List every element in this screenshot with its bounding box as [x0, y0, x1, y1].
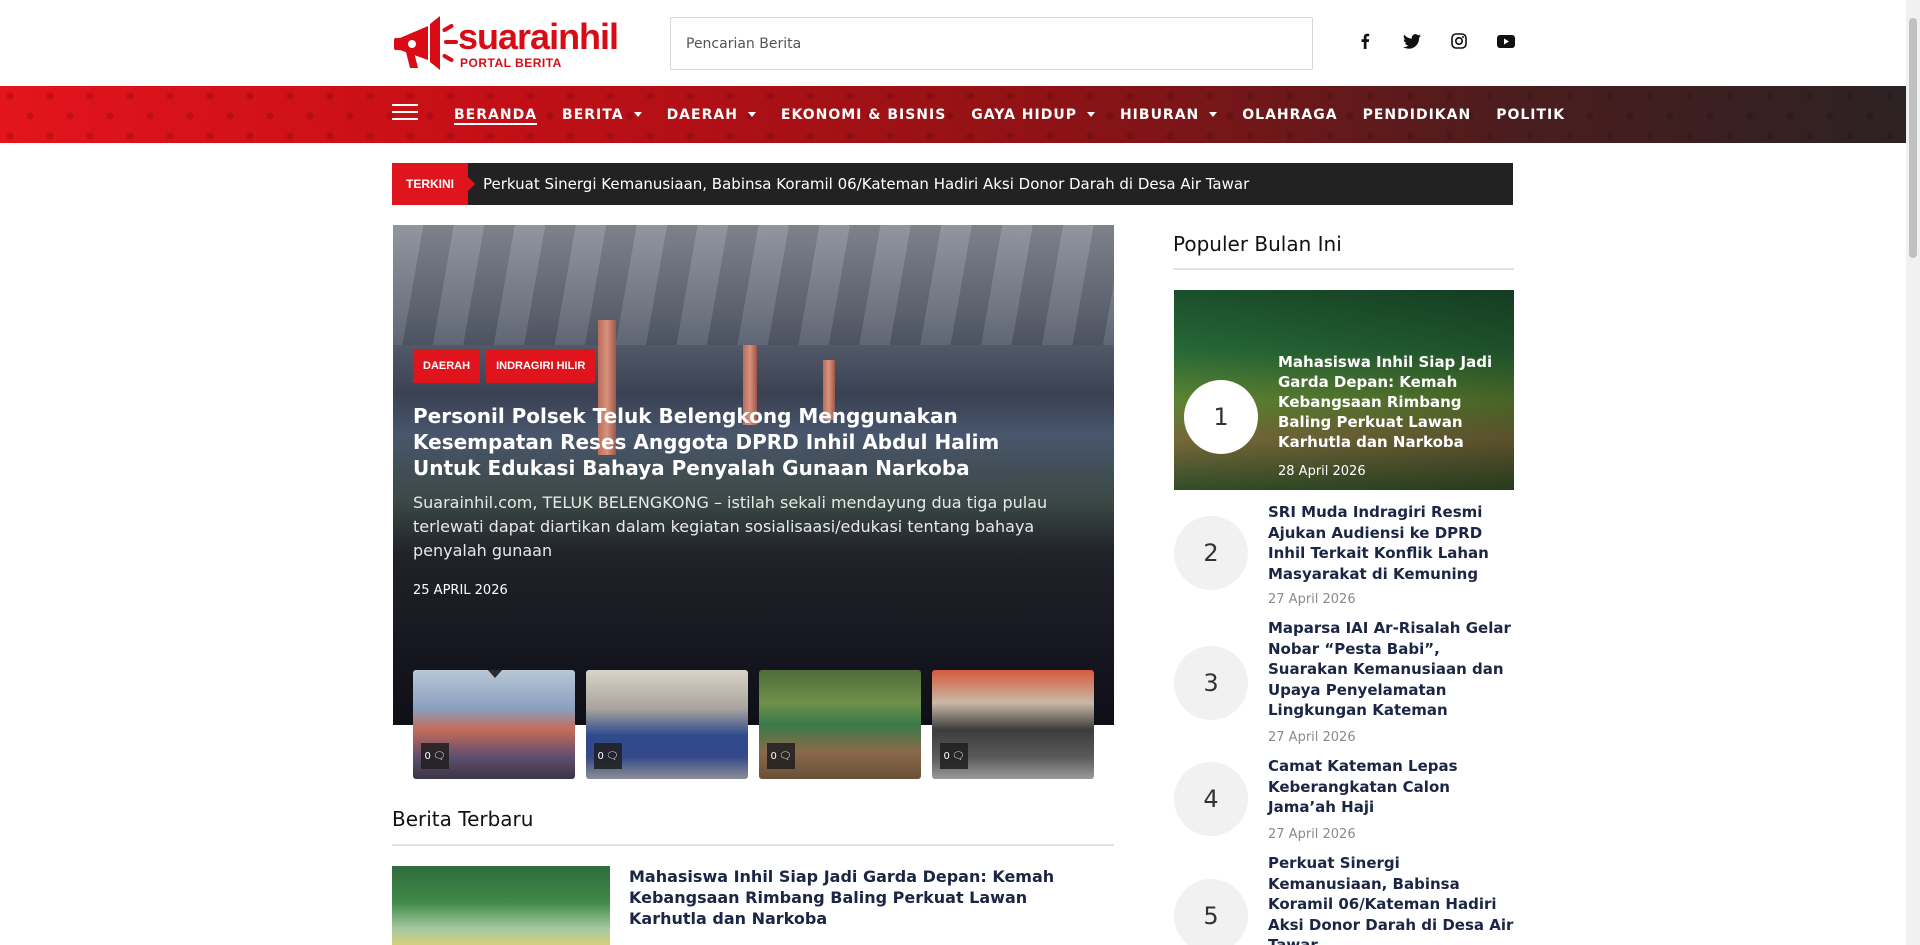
hero-thumbnails: 0 🗨 0 🗨 0 🗨 0 🗨 [413, 670, 1094, 779]
comment-count: 0 🗨 [940, 743, 968, 769]
hero-photo-ceiling [393, 225, 1114, 345]
nav-item-label: OLAHRAGA [1242, 106, 1338, 123]
nav-item-pendidikan[interactable]: PENDIDIKAN [1363, 86, 1472, 143]
thumbnail-slide-1[interactable]: 0 🗨 [413, 670, 575, 779]
logo-tagline: PORTAL BERITA [460, 56, 562, 70]
chevron-down-icon [1086, 112, 1095, 117]
chevron-down-icon [747, 112, 756, 117]
nav-item-daerah[interactable]: DAERAH [667, 86, 756, 143]
chevron-down-icon [1209, 112, 1218, 117]
hero-slide[interactable]: DAERAH INDRAGIRI HILIR Personil Polsek T… [393, 225, 1114, 725]
popular-item-title-link[interactable]: Camat Kateman Lepas Keberangkatan Calon … [1268, 756, 1514, 818]
rank-badge: 2 [1174, 516, 1248, 590]
comment-count: 0 🗨 [421, 743, 449, 769]
thumbnail-slide-3[interactable]: 0 🗨 [759, 670, 921, 779]
nav-item-ekonomi-bisnis[interactable]: EKONOMI & BISNIS [781, 86, 946, 143]
nav-item-label: BERITA [562, 106, 624, 123]
nav-item-label: PENDIDIKAN [1362, 106, 1472, 123]
latest-news-title-link[interactable]: Mahasiswa Inhil Siap Jadi Garda Depan: K… [629, 866, 1109, 929]
category-tag-indragiri-hilir[interactable]: INDRAGIRI HILIR [486, 349, 596, 383]
megaphone-logo-icon [394, 16, 458, 70]
popular-featured-date: 28 April 2026 [1278, 464, 1366, 479]
facebook-icon[interactable] [1354, 30, 1376, 52]
comment-icon: 🗨 [778, 750, 792, 762]
rank-badge: 1 [1184, 380, 1258, 454]
nav-list: BERANDA BERITA DAERAH EKONOMI & BISNIS GAYA … [454, 86, 1565, 143]
nav-item-label: BERANDA [454, 106, 538, 123]
hero-title-link[interactable]: Personil Polsek Teluk Belengkong Menggun… [413, 403, 1063, 481]
nav-item-label: POLITIK [1496, 106, 1566, 123]
hero-excerpt: Suarainhil.com, TELUK BELENGKONG – istil… [413, 493, 1048, 560]
scrollbar-thumb[interactable] [1909, 18, 1917, 258]
nav-item-beranda[interactable]: BERANDA [454, 86, 538, 143]
site-logo[interactable]: suarainhil PORTAL BERITA [392, 12, 622, 76]
chevron-down-icon [633, 112, 642, 117]
thumbnail-slide-4[interactable]: 0 🗨 [932, 670, 1094, 779]
ticker-label: TERKINI [392, 163, 475, 205]
nav-item-hiburan[interactable]: HIBURAN [1119, 86, 1218, 143]
divider [392, 844, 1114, 846]
popular-item-date: 27 April 2026 [1268, 592, 1356, 607]
comment-count: 0 🗨 [767, 743, 795, 769]
nav-item-berita[interactable]: BERITA [562, 86, 642, 143]
comment-icon: 🗨 [432, 750, 446, 762]
nav-item-olahraga[interactable]: OLAHRAGA [1242, 86, 1337, 143]
nav-item-label: HIBURAN [1119, 106, 1200, 123]
instagram-icon[interactable] [1448, 30, 1470, 52]
hero-tags: DAERAH INDRAGIRI HILIR [413, 349, 596, 383]
nav-item-label: EKONOMI & BISNIS [780, 106, 947, 123]
nav-item-gaya-hidup[interactable]: GAYA HIDUP [971, 86, 1095, 143]
nav-item-label: GAYA HIDUP [971, 106, 1077, 123]
twitter-icon[interactable] [1401, 30, 1423, 52]
ticker-headline-link[interactable]: Perkuat Sinergi Kemanusiaan, Babinsa Kor… [483, 175, 1249, 193]
rank-badge: 3 [1174, 646, 1248, 720]
popular-item-date: 27 April 2026 [1268, 730, 1356, 745]
popular-featured-item[interactable]: 1 Mahasiswa Inhil Siap Jadi Garda Depan:… [1174, 290, 1514, 490]
site-header: suarainhil PORTAL BERITA [0, 0, 1920, 86]
nav-item-label: DAERAH [666, 106, 738, 123]
page-scrollbar[interactable] [1906, 0, 1920, 945]
search-input[interactable] [670, 17, 1313, 70]
rank-badge: 4 [1174, 762, 1248, 836]
popular-item-date: 27 April 2026 [1268, 827, 1356, 842]
youtube-icon[interactable] [1495, 30, 1517, 52]
social-links [1354, 30, 1517, 52]
popular-item-title-link[interactable]: Perkuat Sinergi Kemanusiaan, Babinsa Kor… [1268, 853, 1514, 945]
menu-icon[interactable] [392, 104, 418, 124]
popular-heading: Populer Bulan Ini [1173, 232, 1342, 256]
divider [1173, 268, 1514, 270]
logo-name: suarainhil [458, 16, 619, 57]
news-ticker: TERKINI Perkuat Sinergi Kemanusiaan, Bab… [392, 163, 1513, 205]
nav-item-politik[interactable]: POLITIK [1496, 86, 1565, 143]
comment-icon: 🗨 [605, 750, 619, 762]
latest-news-image[interactable] [392, 866, 610, 945]
popular-item-title-link[interactable]: SRI Muda Indragiri Resmi Ajukan Audiensi… [1268, 502, 1514, 584]
thumbnail-slide-2[interactable]: 0 🗨 [586, 670, 748, 779]
latest-news-heading: Berita Terbaru [392, 807, 534, 831]
main-nav: BERANDA BERITA DAERAH EKONOMI & BISNIS GAYA … [0, 86, 1906, 143]
popular-featured-title[interactable]: Mahasiswa Inhil Siap Jadi Garda Depan: K… [1278, 352, 1503, 452]
rank-badge: 5 [1174, 879, 1248, 945]
comment-count: 0 🗨 [594, 743, 622, 769]
hero-date: 25 APRIL 2026 [413, 583, 508, 598]
comment-icon: 🗨 [951, 750, 965, 762]
popular-item-title-link[interactable]: Maparsa IAI Ar-Risalah Gelar Nobar “Pest… [1268, 618, 1514, 721]
category-tag-daerah[interactable]: DAERAH [413, 349, 481, 383]
